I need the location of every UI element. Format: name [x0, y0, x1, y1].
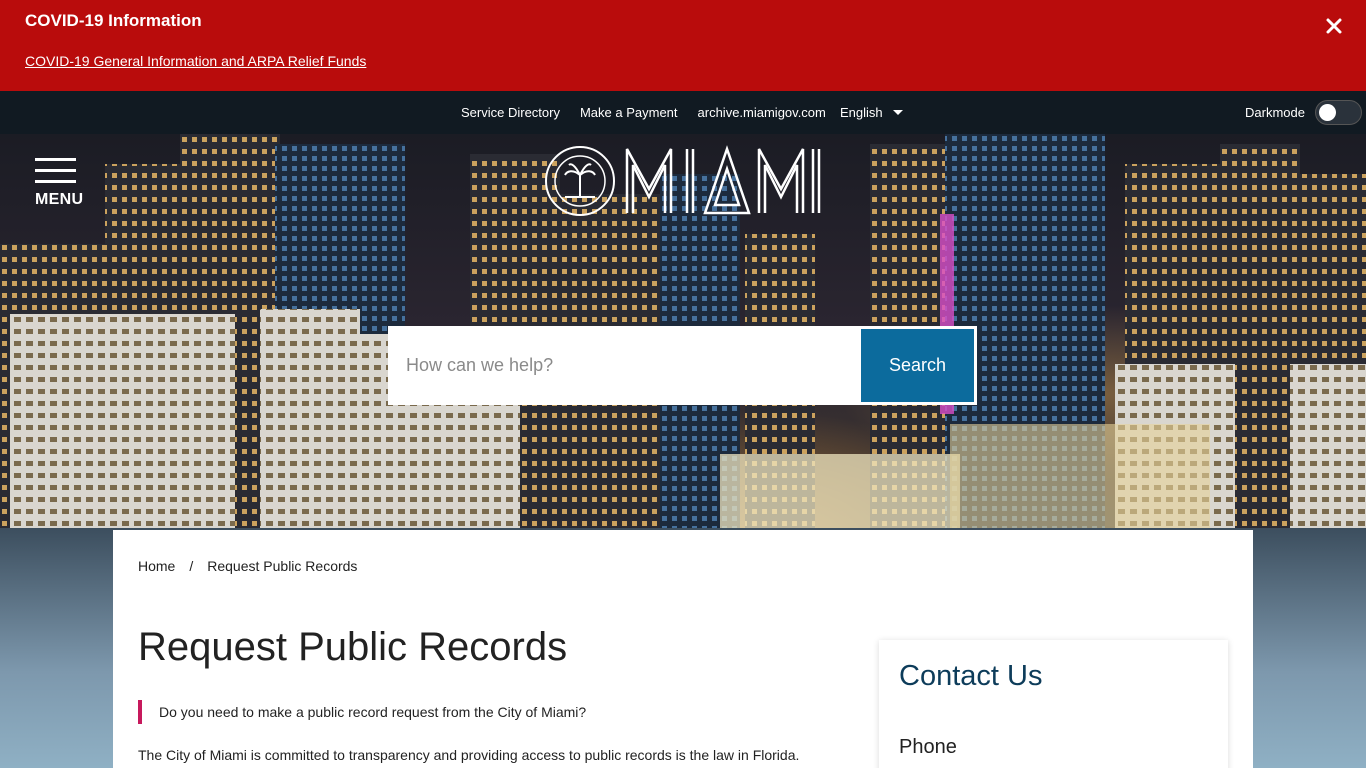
darkmode-control: Darkmode [1245, 91, 1362, 134]
chevron-down-icon [892, 110, 903, 115]
breadcrumb-separator: / [189, 558, 194, 574]
body-paragraph: The City of Miami is committed to transp… [138, 747, 800, 763]
content-card: Home / Request Public Records Request Pu… [113, 530, 1253, 768]
contact-us-panel: Contact Us Phone [879, 640, 1228, 768]
darkmode-toggle[interactable] [1314, 100, 1362, 125]
city-logo[interactable] [545, 145, 825, 217]
language-select[interactable]: English [840, 91, 903, 134]
contact-title: Contact Us [899, 660, 1043, 692]
menu-button[interactable]: MENU [35, 158, 84, 209]
language-label: English [840, 105, 883, 120]
lead-text: Do you need to make a public record requ… [138, 700, 586, 724]
miami-wordmark [625, 145, 821, 215]
search-box: Search [388, 326, 977, 405]
close-icon[interactable] [1322, 14, 1346, 38]
darkmode-label: Darkmode [1245, 105, 1305, 120]
archive-link[interactable]: archive.miamigov.com [698, 105, 826, 120]
page-title: Request Public Records [138, 625, 568, 669]
utility-bar: Service Directory Make a Payment archive… [0, 91, 1366, 134]
covid-alert-banner: COVID-19 Information COVID-19 General In… [0, 0, 1366, 91]
service-directory-link[interactable]: Service Directory [461, 105, 560, 120]
alert-title: COVID-19 Information [25, 11, 202, 30]
breadcrumb-current: Request Public Records [207, 558, 358, 574]
search-button[interactable]: Search [861, 329, 974, 402]
breadcrumb: Home / Request Public Records [138, 558, 357, 574]
menu-label: MENU [35, 191, 84, 208]
phone-label: Phone [899, 736, 957, 758]
search-input[interactable] [388, 326, 858, 405]
menu-icon-bar [35, 169, 76, 172]
breadcrumb-home[interactable]: Home [138, 558, 175, 574]
toggle-knob [1318, 104, 1336, 121]
city-seal-icon [545, 146, 615, 216]
menu-icon [35, 158, 76, 161]
menu-icon-bar [35, 180, 76, 183]
make-payment-link[interactable]: Make a Payment [580, 105, 678, 120]
covid-info-link[interactable]: COVID-19 General Information and ARPA Re… [25, 53, 366, 69]
utility-links: Service Directory Make a Payment archive… [461, 91, 846, 134]
